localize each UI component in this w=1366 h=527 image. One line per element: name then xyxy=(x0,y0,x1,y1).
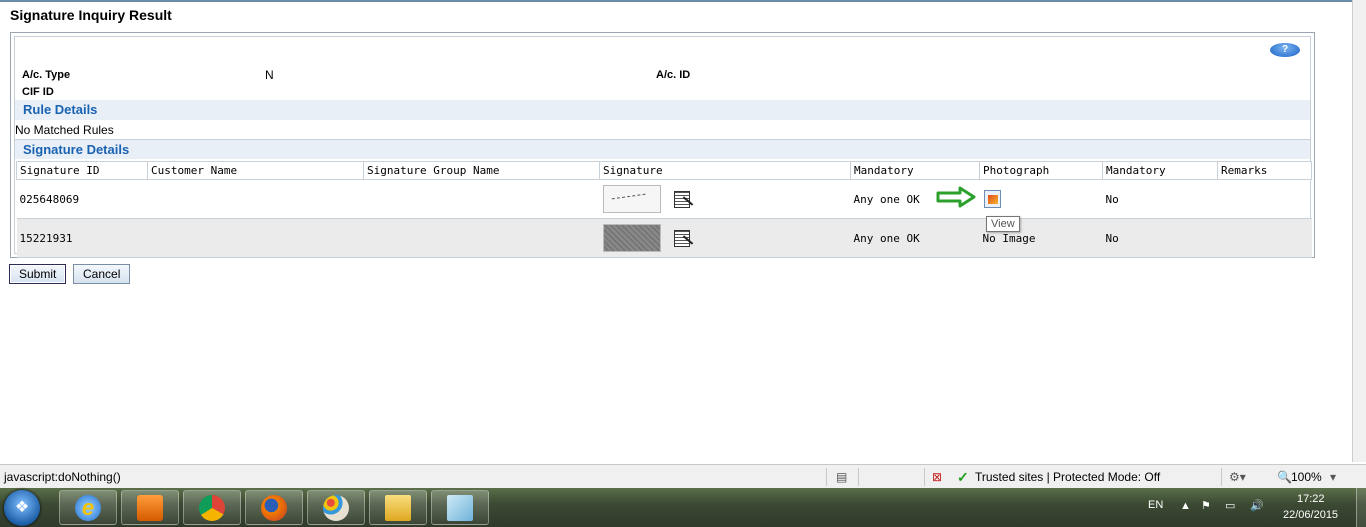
col-remarks: Remarks xyxy=(1217,161,1312,180)
internet-explorer-icon: e xyxy=(75,495,101,521)
taskbar-firefox[interactable] xyxy=(245,490,303,525)
browser-content: Signature Inquiry Result ? A/c. Type N A… xyxy=(0,0,1366,462)
col-signature-id: Signature ID xyxy=(16,161,148,180)
clock-time[interactable]: 17:22 xyxy=(1297,493,1325,505)
col-signature-group-name: Signature Group Name xyxy=(363,161,600,180)
customer-name-cell xyxy=(147,179,364,219)
ac-id-label: A/c. ID xyxy=(656,69,691,81)
network-icon[interactable]: ▭ xyxy=(1225,499,1235,512)
col-mandatory: Mandatory xyxy=(850,161,980,180)
cancel-button[interactable]: Cancel xyxy=(73,264,131,284)
green-arrow-annotation xyxy=(936,186,976,208)
zoom-level[interactable]: 100% xyxy=(1291,470,1322,484)
ac-type-value: N xyxy=(265,68,274,82)
notepad-icon xyxy=(447,495,473,521)
trusted-check-icon: ✓ xyxy=(957,469,969,485)
security-zone-text[interactable]: Trusted sites | Protected Mode: Off xyxy=(975,470,1160,484)
edit-signature-icon[interactable] xyxy=(673,189,695,209)
table-row: 025648069 Any one OK No xyxy=(16,179,1312,219)
group-name-cell xyxy=(363,218,600,258)
blocked-icon[interactable]: ⊠ xyxy=(932,470,942,484)
signature-thumbnail[interactable] xyxy=(602,185,661,213)
tools-icon[interactable]: ⚙▾ xyxy=(1229,470,1246,484)
media-player-icon xyxy=(137,495,163,521)
show-desktop-button[interactable] xyxy=(1356,488,1366,527)
help-icon[interactable]: ? xyxy=(1270,43,1300,57)
page-title: Signature Inquiry Result xyxy=(10,7,172,23)
photo-mandatory-cell: No xyxy=(1102,218,1218,258)
col-signature: Signature xyxy=(599,161,851,180)
col-customer-name: Customer Name xyxy=(147,161,364,180)
vertical-scrollbar[interactable] xyxy=(1352,0,1366,462)
ac-type-label: A/c. Type xyxy=(22,69,71,81)
col-photo-mandatory: Mandatory xyxy=(1102,161,1218,180)
view-tooltip: View xyxy=(986,216,1020,232)
edit-signature-icon[interactable] xyxy=(673,228,695,248)
page-icon: ▤ xyxy=(836,470,848,484)
rule-details-heading: Rule Details xyxy=(15,100,1310,120)
status-divider xyxy=(1221,468,1222,486)
status-text: javascript:doNothing() xyxy=(4,470,121,484)
taskbar-notepad[interactable] xyxy=(431,490,489,525)
paint-icon xyxy=(323,495,349,521)
cif-id-label: CIF ID xyxy=(22,86,54,98)
taskbar-internet-explorer[interactable]: e xyxy=(59,490,117,525)
zoom-dropdown-icon[interactable]: ▾ xyxy=(1330,470,1336,484)
status-divider xyxy=(826,468,827,486)
remarks-cell xyxy=(1217,179,1312,219)
chrome-icon xyxy=(199,495,225,521)
folder-icon xyxy=(385,495,411,521)
zoom-icon[interactable]: 🔍 xyxy=(1277,470,1292,484)
photograph-cell xyxy=(979,179,1103,219)
clock-date[interactable]: 22/06/2015 xyxy=(1283,509,1338,521)
language-indicator[interactable]: EN xyxy=(1148,499,1163,511)
signature-table: Signature ID Customer Name Signature Gro… xyxy=(16,161,1312,258)
status-divider xyxy=(858,468,859,486)
taskbar-file-explorer[interactable] xyxy=(369,490,427,525)
inquiry-panel-inner: ? A/c. Type N A/c. ID CIF ID Rule Detail… xyxy=(14,36,1312,258)
col-photograph: Photograph xyxy=(979,161,1103,180)
start-button[interactable]: ❖ xyxy=(4,490,40,526)
browser-status-bar: javascript:doNothing() ▤ ⊠ ✓ Trusted sit… xyxy=(0,464,1366,488)
action-center-flag-icon[interactable]: ⚑ xyxy=(1201,499,1211,512)
show-hidden-icons[interactable]: ▲ xyxy=(1180,500,1191,512)
signature-details-heading: Signature Details xyxy=(15,139,1310,159)
status-divider xyxy=(924,468,925,486)
photo-mandatory-cell: No xyxy=(1102,179,1218,219)
table-row: 15221931 Any one OK No Image No xyxy=(16,218,1312,258)
signature-id-cell: 025648069 xyxy=(16,179,148,219)
signature-cell xyxy=(599,218,851,258)
taskbar-chrome[interactable] xyxy=(183,490,241,525)
taskbar-media-player[interactable] xyxy=(121,490,179,525)
customer-name-cell xyxy=(147,218,364,258)
group-name-cell xyxy=(363,179,600,219)
signature-id-cell: 15221931 xyxy=(16,218,148,258)
rule-details-text: No Matched Rules xyxy=(15,123,114,137)
view-photo-icon[interactable] xyxy=(983,190,1001,208)
taskbar-paint[interactable] xyxy=(307,490,365,525)
firefox-icon xyxy=(261,495,287,521)
signature-cell xyxy=(599,179,851,219)
windows-taskbar: ❖ e EN ▲ ⚑ ▭ 🔊 17:22 22/06/2015 xyxy=(0,488,1366,527)
mandatory-cell: Any one OK xyxy=(850,218,980,258)
inquiry-panel: ? A/c. Type N A/c. ID CIF ID Rule Detail… xyxy=(10,32,1315,258)
submit-button[interactable]: Submit xyxy=(9,264,67,284)
signature-thumbnail[interactable] xyxy=(602,224,661,252)
remarks-cell xyxy=(1217,218,1312,258)
table-header-row: Signature ID Customer Name Signature Gro… xyxy=(16,161,1312,180)
volume-icon[interactable]: 🔊 xyxy=(1250,499,1264,512)
